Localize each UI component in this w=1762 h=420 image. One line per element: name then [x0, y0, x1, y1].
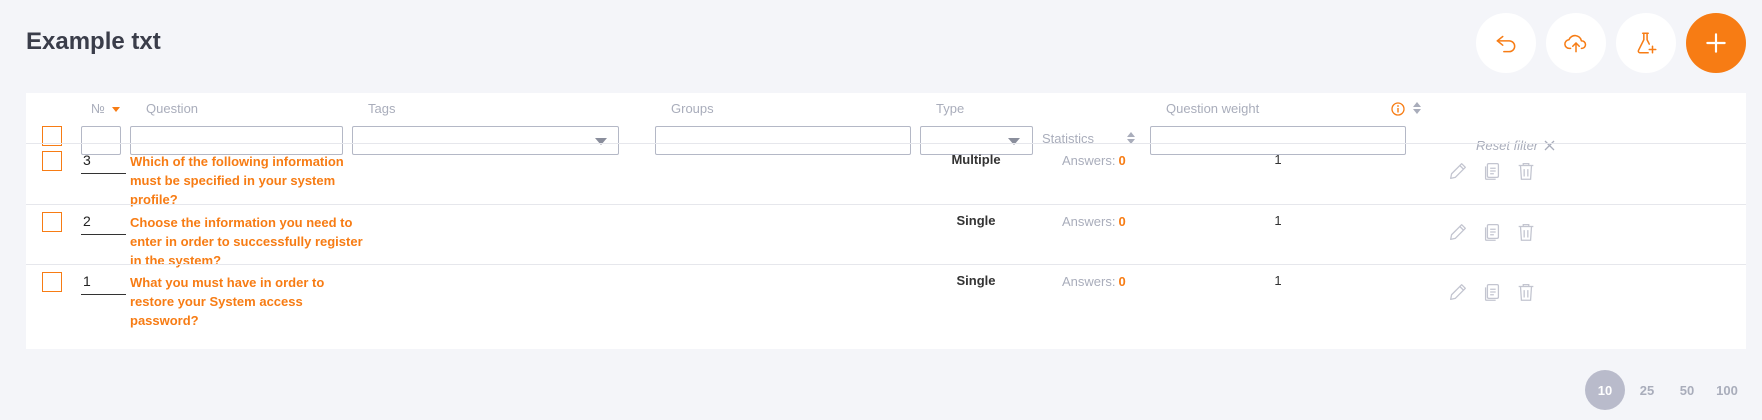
- info-icon[interactable]: [1391, 102, 1405, 116]
- back-button[interactable]: [1476, 13, 1536, 73]
- flask-add-icon: [1637, 32, 1657, 54]
- answers-label: Answers:: [1062, 214, 1116, 229]
- edit-button[interactable]: [1447, 281, 1469, 303]
- copy-button[interactable]: [1481, 221, 1503, 243]
- page-size-50[interactable]: 50: [1669, 372, 1705, 408]
- row-type: Single: [956, 213, 996, 228]
- row-weight: 1: [1274, 152, 1282, 167]
- flask-add-button[interactable]: [1616, 13, 1676, 73]
- row-question-link[interactable]: Choose the information you need to enter…: [130, 213, 370, 270]
- plus-icon: [1706, 33, 1726, 53]
- trash-icon: [1518, 163, 1534, 180]
- row-number-input[interactable]: 3: [81, 152, 126, 174]
- row-answers: Answers: 0: [1062, 214, 1126, 229]
- copy-icon: [1484, 163, 1500, 180]
- pencil-icon: [1450, 163, 1466, 179]
- row-actions: [1447, 160, 1537, 182]
- row-question-link[interactable]: Which of the following information must …: [130, 152, 370, 209]
- sort-desc-icon[interactable]: [112, 107, 120, 113]
- add-button[interactable]: [1686, 13, 1746, 73]
- pencil-icon: [1450, 284, 1466, 300]
- row-checkbox[interactable]: [42, 212, 62, 232]
- upload-button[interactable]: [1546, 13, 1606, 73]
- trash-icon: [1518, 224, 1534, 241]
- pagination: 10 25 50 100: [1585, 370, 1745, 410]
- pencil-icon: [1450, 224, 1466, 240]
- answers-count[interactable]: 0: [1118, 153, 1125, 168]
- row-checkbox[interactable]: [42, 272, 62, 292]
- table-row: 1 What you must have in order to restore…: [26, 264, 1746, 328]
- row-actions: [1447, 221, 1537, 243]
- row-actions: [1447, 281, 1537, 303]
- page-title: Example txt: [26, 28, 161, 55]
- answers-count[interactable]: 0: [1118, 214, 1125, 229]
- edit-button[interactable]: [1447, 160, 1469, 182]
- row-type: Multiple: [951, 152, 1001, 167]
- header-number[interactable]: №: [91, 101, 105, 116]
- header-tags: Tags: [368, 101, 396, 116]
- row-weight: 1: [1274, 273, 1282, 288]
- answers-label: Answers:: [1062, 274, 1116, 289]
- header-groups: Groups: [671, 101, 714, 116]
- copy-icon: [1484, 284, 1500, 301]
- delete-button[interactable]: [1515, 221, 1537, 243]
- row-number-input[interactable]: 1: [81, 273, 126, 295]
- edit-button[interactable]: [1447, 221, 1469, 243]
- page-size-10[interactable]: 10: [1585, 370, 1625, 410]
- cloud-upload-icon: [1564, 34, 1587, 53]
- page-size-100[interactable]: 100: [1709, 372, 1745, 408]
- undo-arrow-icon: [1496, 35, 1516, 53]
- delete-button[interactable]: [1515, 281, 1537, 303]
- row-type: Single: [956, 273, 996, 288]
- header-question: Question: [146, 101, 199, 116]
- header-question-weight: Question weight: [1166, 101, 1260, 116]
- row-weight: 1: [1274, 213, 1282, 228]
- weight-sort-icon[interactable]: [1413, 102, 1421, 114]
- answers-count[interactable]: 0: [1118, 274, 1125, 289]
- table-row: 2 Choose the information you need to ent…: [26, 204, 1746, 268]
- row-question-link[interactable]: What you must have in order to restore y…: [130, 273, 370, 330]
- questions-table: № Question Tags Groups Type Question wei…: [26, 93, 1746, 349]
- delete-button[interactable]: [1515, 160, 1537, 182]
- table-row: 3 Which of the following information mus…: [26, 143, 1746, 207]
- page-size-25[interactable]: 25: [1629, 372, 1665, 408]
- copy-button[interactable]: [1481, 160, 1503, 182]
- row-number-input[interactable]: 2: [81, 213, 126, 235]
- row-checkbox[interactable]: [42, 151, 62, 171]
- row-answers: Answers: 0: [1062, 153, 1126, 168]
- row-answers: Answers: 0: [1062, 274, 1126, 289]
- copy-button[interactable]: [1481, 281, 1503, 303]
- copy-icon: [1484, 224, 1500, 241]
- trash-icon: [1518, 284, 1534, 301]
- toolbar: [1476, 13, 1746, 73]
- header-type: Type: [936, 101, 965, 116]
- answers-label: Answers:: [1062, 153, 1116, 168]
